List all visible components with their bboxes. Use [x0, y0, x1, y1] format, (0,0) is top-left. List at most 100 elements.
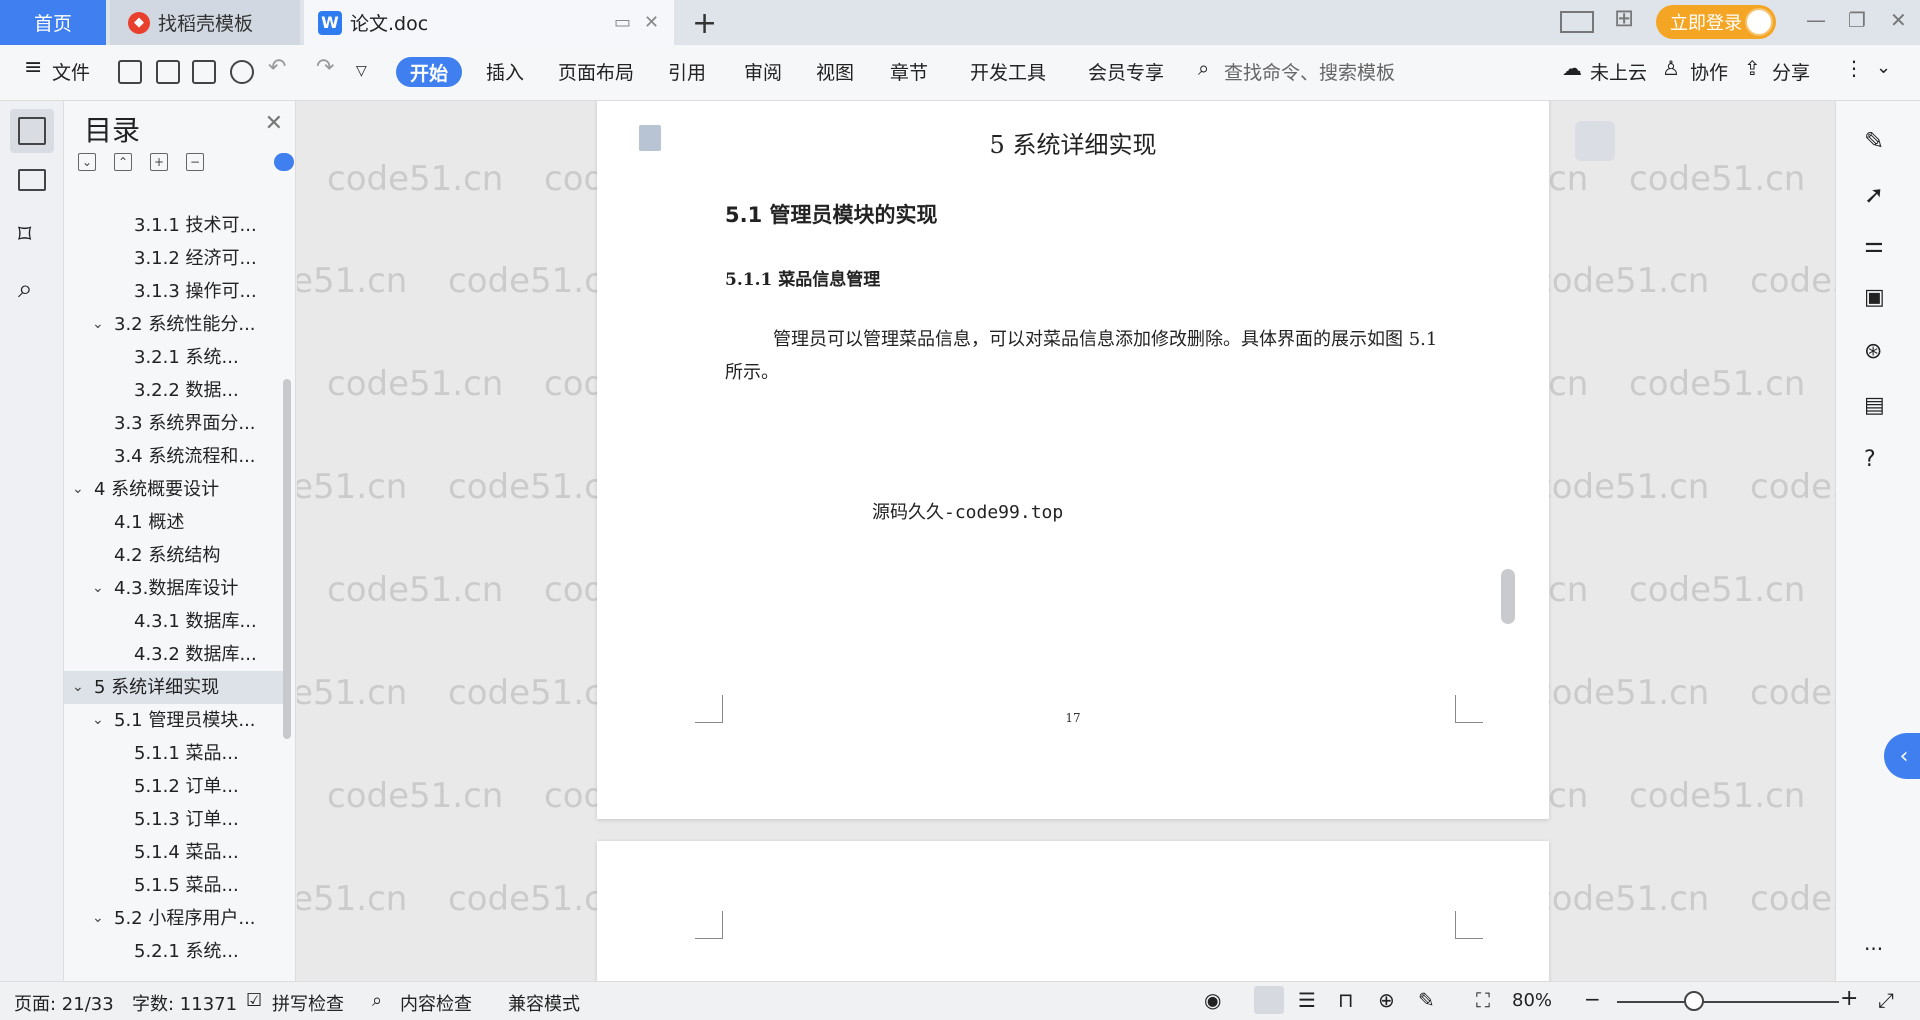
- zoom-slider[interactable]: [1617, 1001, 1839, 1003]
- menu-view[interactable]: 视图: [816, 58, 854, 85]
- outline-view-icon[interactable]: ☰: [1298, 988, 1316, 1012]
- outline-item[interactable]: 4.2 系统结构: [64, 539, 286, 572]
- chevron-down-icon[interactable]: ⌄: [92, 704, 104, 737]
- zoom-out-icon[interactable]: −: [1584, 987, 1601, 1011]
- search-icon[interactable]: ⌕: [1198, 56, 1209, 80]
- close-tab-icon[interactable]: ✕: [644, 12, 659, 33]
- content-check-button[interactable]: 内容检查: [400, 990, 472, 1016]
- collapse-toolbar-icon[interactable]: [1575, 121, 1615, 161]
- menu-review[interactable]: 审阅: [744, 58, 782, 85]
- monitor-icon[interactable]: ▭: [614, 12, 631, 33]
- image-tool-icon[interactable]: ▣: [1864, 285, 1892, 313]
- undo-icon[interactable]: ↶: [268, 55, 286, 80]
- chevron-down-icon[interactable]: ⌄: [1876, 57, 1891, 78]
- outline-item[interactable]: 3.2.2 数据...: [64, 374, 286, 407]
- fit-page-icon[interactable]: ⛶: [1476, 988, 1490, 1012]
- zoom-slider-handle[interactable]: [1684, 991, 1704, 1011]
- outline-item[interactable]: 5.1.3 订单...: [64, 803, 286, 836]
- share-button[interactable]: 分享: [1772, 58, 1810, 85]
- more-vertical-icon[interactable]: ⋮: [1844, 56, 1864, 80]
- chevron-down-icon[interactable]: ⌄: [92, 902, 104, 935]
- redo-icon[interactable]: ↷: [316, 55, 334, 80]
- outline-item[interactable]: 3.1.3 操作可...: [64, 275, 286, 308]
- quick-access-dropdown-icon[interactable]: ▽: [356, 63, 367, 79]
- outline-item[interactable]: ⌄ 5.2 小程序用户...: [64, 902, 286, 935]
- navigation-icon[interactable]: [18, 169, 46, 191]
- document-scrollbar[interactable]: [1495, 101, 1517, 981]
- apps-grid-icon[interactable]: ⊞: [1614, 4, 1634, 32]
- outline-item[interactable]: 5.1.5 菜品...: [64, 869, 286, 902]
- new-tab-button[interactable]: +: [692, 6, 717, 41]
- adjust-icon[interactable]: ⚌: [1864, 233, 1892, 261]
- hamburger-icon[interactable]: ≡: [24, 55, 42, 80]
- chevron-down-icon[interactable]: ⌄: [92, 572, 104, 605]
- zoom-level[interactable]: 80%: [1512, 990, 1552, 1011]
- word-count[interactable]: 字数: 11371: [132, 990, 237, 1016]
- print-icon[interactable]: [192, 60, 216, 84]
- pen-icon[interactable]: ✎: [1864, 127, 1892, 155]
- close-window-icon[interactable]: ✕: [1890, 8, 1907, 32]
- find-icon[interactable]: ⌕: [18, 275, 46, 303]
- menu-start[interactable]: 开始: [396, 57, 462, 87]
- chevron-down-icon[interactable]: ⌄: [72, 473, 84, 506]
- more-icon[interactable]: ···: [1864, 937, 1892, 965]
- outline-item[interactable]: 3.3 系统界面分...: [64, 407, 286, 440]
- expand-all-icon[interactable]: ⌄: [78, 153, 96, 171]
- outline-item[interactable]: 5.1.4 菜品...: [64, 836, 286, 869]
- search-command-input[interactable]: 查找命令、搜索模板: [1224, 58, 1395, 85]
- outline-scrollbar[interactable]: [283, 379, 291, 739]
- tab-docer-templates[interactable]: ◆ 找稻壳模板: [110, 0, 300, 45]
- collapse-all-icon[interactable]: ⌃: [114, 153, 132, 171]
- outline-icon[interactable]: [18, 117, 46, 145]
- menu-page-layout[interactable]: 页面布局: [558, 58, 634, 85]
- outline-item[interactable]: 5.2.1 系统...: [64, 935, 286, 968]
- menu-developer[interactable]: 开发工具: [970, 58, 1046, 85]
- menu-chapter[interactable]: 章节: [890, 58, 928, 85]
- read-view-icon[interactable]: ⊓: [1338, 988, 1354, 1012]
- chevron-down-icon[interactable]: ⌄: [72, 671, 84, 704]
- outline-item[interactable]: 3.4 系统流程和...: [64, 440, 286, 473]
- minimize-icon[interactable]: —: [1806, 8, 1826, 32]
- web-view-icon[interactable]: ⊕: [1378, 988, 1395, 1012]
- menu-file[interactable]: 文件: [52, 58, 90, 85]
- restore-icon[interactable]: ❐: [1848, 8, 1866, 32]
- chevron-down-icon[interactable]: ⌄: [92, 308, 104, 341]
- outline-item[interactable]: 5.1.1 菜品...: [64, 737, 286, 770]
- close-icon[interactable]: ✕: [265, 111, 283, 136]
- outline-item[interactable]: 3.1.2 经济可...: [64, 242, 286, 275]
- write-view-icon[interactable]: ✎: [1418, 988, 1435, 1012]
- fullscreen-icon[interactable]: ⤢: [1878, 988, 1894, 1012]
- menu-insert[interactable]: 插入: [486, 58, 524, 85]
- outline-item[interactable]: 5.1.2 订单...: [64, 770, 286, 803]
- help-icon[interactable]: ?: [1864, 447, 1892, 475]
- outline-item[interactable]: ⌄ 4 系统概要设计: [64, 473, 286, 506]
- menu-references[interactable]: 引用: [668, 58, 706, 85]
- tab-document[interactable]: W 论文.doc ▭ ✕: [304, 0, 674, 45]
- outline-item[interactable]: ⌄ 3.2 系统性能分...: [64, 308, 286, 341]
- smart-outline-icon[interactable]: [274, 153, 294, 171]
- export-icon[interactable]: [156, 60, 180, 84]
- outline-item[interactable]: ⌄ 5.1 管理员模块...: [64, 704, 286, 737]
- bookmark-icon[interactable]: ⌑: [18, 221, 46, 249]
- pointer-icon[interactable]: ➚: [1864, 181, 1892, 209]
- eye-protect-icon[interactable]: ◉: [1204, 988, 1221, 1012]
- reader-icon[interactable]: ▤: [1864, 393, 1892, 421]
- remove-heading-icon[interactable]: −: [186, 153, 204, 171]
- add-heading-icon[interactable]: +: [150, 153, 168, 171]
- outline-item[interactable]: ⌄ 5 系统详细实现: [64, 671, 286, 704]
- scrollbar-thumb[interactable]: [1501, 569, 1515, 624]
- outline-item[interactable]: ⌄ 4.3.数据库设计: [64, 572, 286, 605]
- spell-check-button[interactable]: 拼写检查: [272, 990, 344, 1016]
- save-icon[interactable]: [118, 60, 142, 84]
- zoom-in-icon[interactable]: +: [1840, 986, 1858, 1011]
- login-button[interactable]: 立即登录: [1656, 5, 1776, 39]
- print-preview-icon[interactable]: [230, 60, 254, 84]
- outline-item[interactable]: 3.1.1 技术可...: [64, 209, 286, 242]
- tab-home[interactable]: 首页: [0, 0, 106, 45]
- cloud-status-button[interactable]: 未上云: [1590, 58, 1647, 85]
- page-view-icon[interactable]: [1254, 986, 1284, 1014]
- outline-item[interactable]: 4.3.2 数据库...: [64, 638, 286, 671]
- chevron-left-icon[interactable]: ‹: [1884, 733, 1920, 779]
- outline-item[interactable]: 3.2.1 系统...: [64, 341, 286, 374]
- menu-member[interactable]: 会员专享: [1088, 58, 1164, 85]
